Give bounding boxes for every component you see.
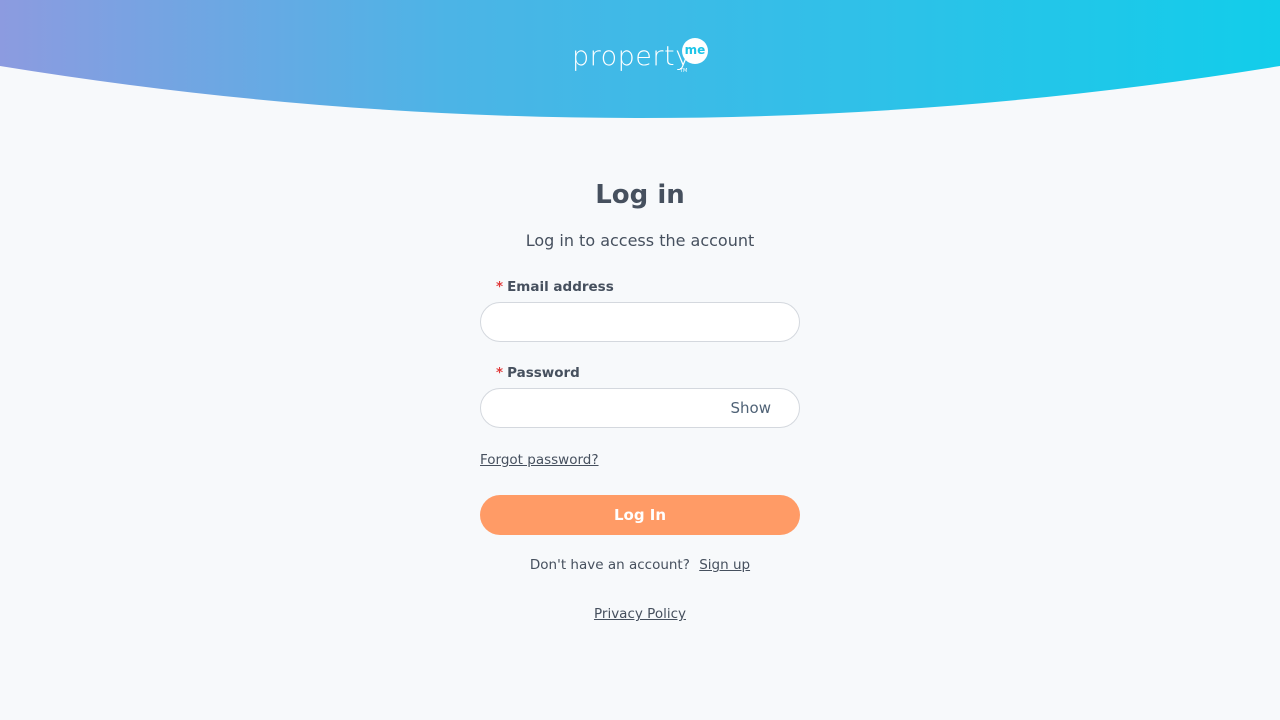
privacy-row: Privacy Policy [480, 604, 800, 624]
forgot-password-link[interactable]: Forgot password? [480, 451, 599, 469]
no-account-text: Don't have an account? [529, 557, 690, 573]
sign-up-link[interactable]: Sign up [699, 557, 750, 573]
signup-row: Don't have an account? Sign up [480, 555, 800, 575]
page-title: Log in [595, 180, 685, 210]
logo-wordmark: property [572, 41, 692, 72]
header-banner: property me TM [0, 0, 1280, 122]
email-label-text: Email address [507, 279, 614, 295]
required-marker: * [496, 365, 504, 381]
logo-trademark: TM [680, 68, 688, 74]
login-form: Log in Log in to access the account * Ema… [480, 176, 800, 624]
password-label: * Password [480, 364, 800, 382]
propertyme-logo[interactable]: property me TM [572, 38, 712, 78]
email-field[interactable] [481, 303, 799, 341]
page-subtitle: Log in to access the account [525, 231, 755, 250]
required-marker: * [496, 279, 504, 295]
email-field-wrapper [480, 302, 800, 342]
privacy-policy-link[interactable]: Privacy Policy [594, 606, 686, 622]
password-label-text: Password [507, 365, 580, 381]
password-field-wrapper: Show [480, 388, 800, 428]
email-label: * Email address [480, 278, 800, 296]
logo-badge: me [682, 38, 708, 64]
show-password-button[interactable]: Show [731, 389, 771, 427]
login-button[interactable]: Log In [480, 495, 800, 535]
